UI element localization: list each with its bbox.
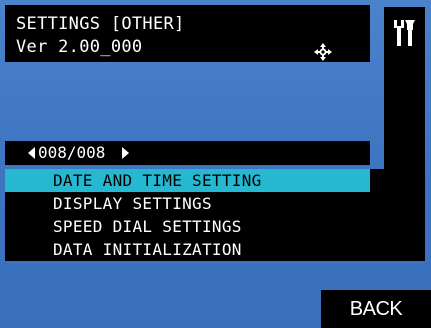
menu-item-speed-dial[interactable]: SPEED DIAL SETTINGS <box>5 215 370 238</box>
page-number: 008/008 <box>38 143 106 162</box>
back-button[interactable]: BACK <box>321 290 431 328</box>
menu-item-date-time[interactable]: DATE AND TIME SETTING <box>5 169 370 192</box>
menu-item-data-init[interactable]: DATA INITIALIZATION <box>5 238 370 261</box>
header-panel: SETTINGS [OTHER] Ver 2.00_000 <box>5 5 370 62</box>
menu-item-display[interactable]: DISPLAY SETTINGS <box>5 192 370 215</box>
settings-screen: SETTINGS [OTHER] Ver 2.00_000 008/008 DA… <box>0 0 431 328</box>
version-label: Ver 2.00_000 <box>16 37 143 57</box>
settings-menu: DATE AND TIME SETTING DISPLAY SETTINGS S… <box>5 169 425 261</box>
page-title: SETTINGS [OTHER] <box>16 14 185 34</box>
move-arrows-icon[interactable] <box>314 43 332 61</box>
next-page-arrow-icon[interactable] <box>122 147 129 159</box>
prev-page-arrow-icon[interactable] <box>28 147 35 159</box>
wrench-screwdriver-icon[interactable] <box>393 18 417 48</box>
pagination-bar: 008/008 <box>5 141 370 165</box>
